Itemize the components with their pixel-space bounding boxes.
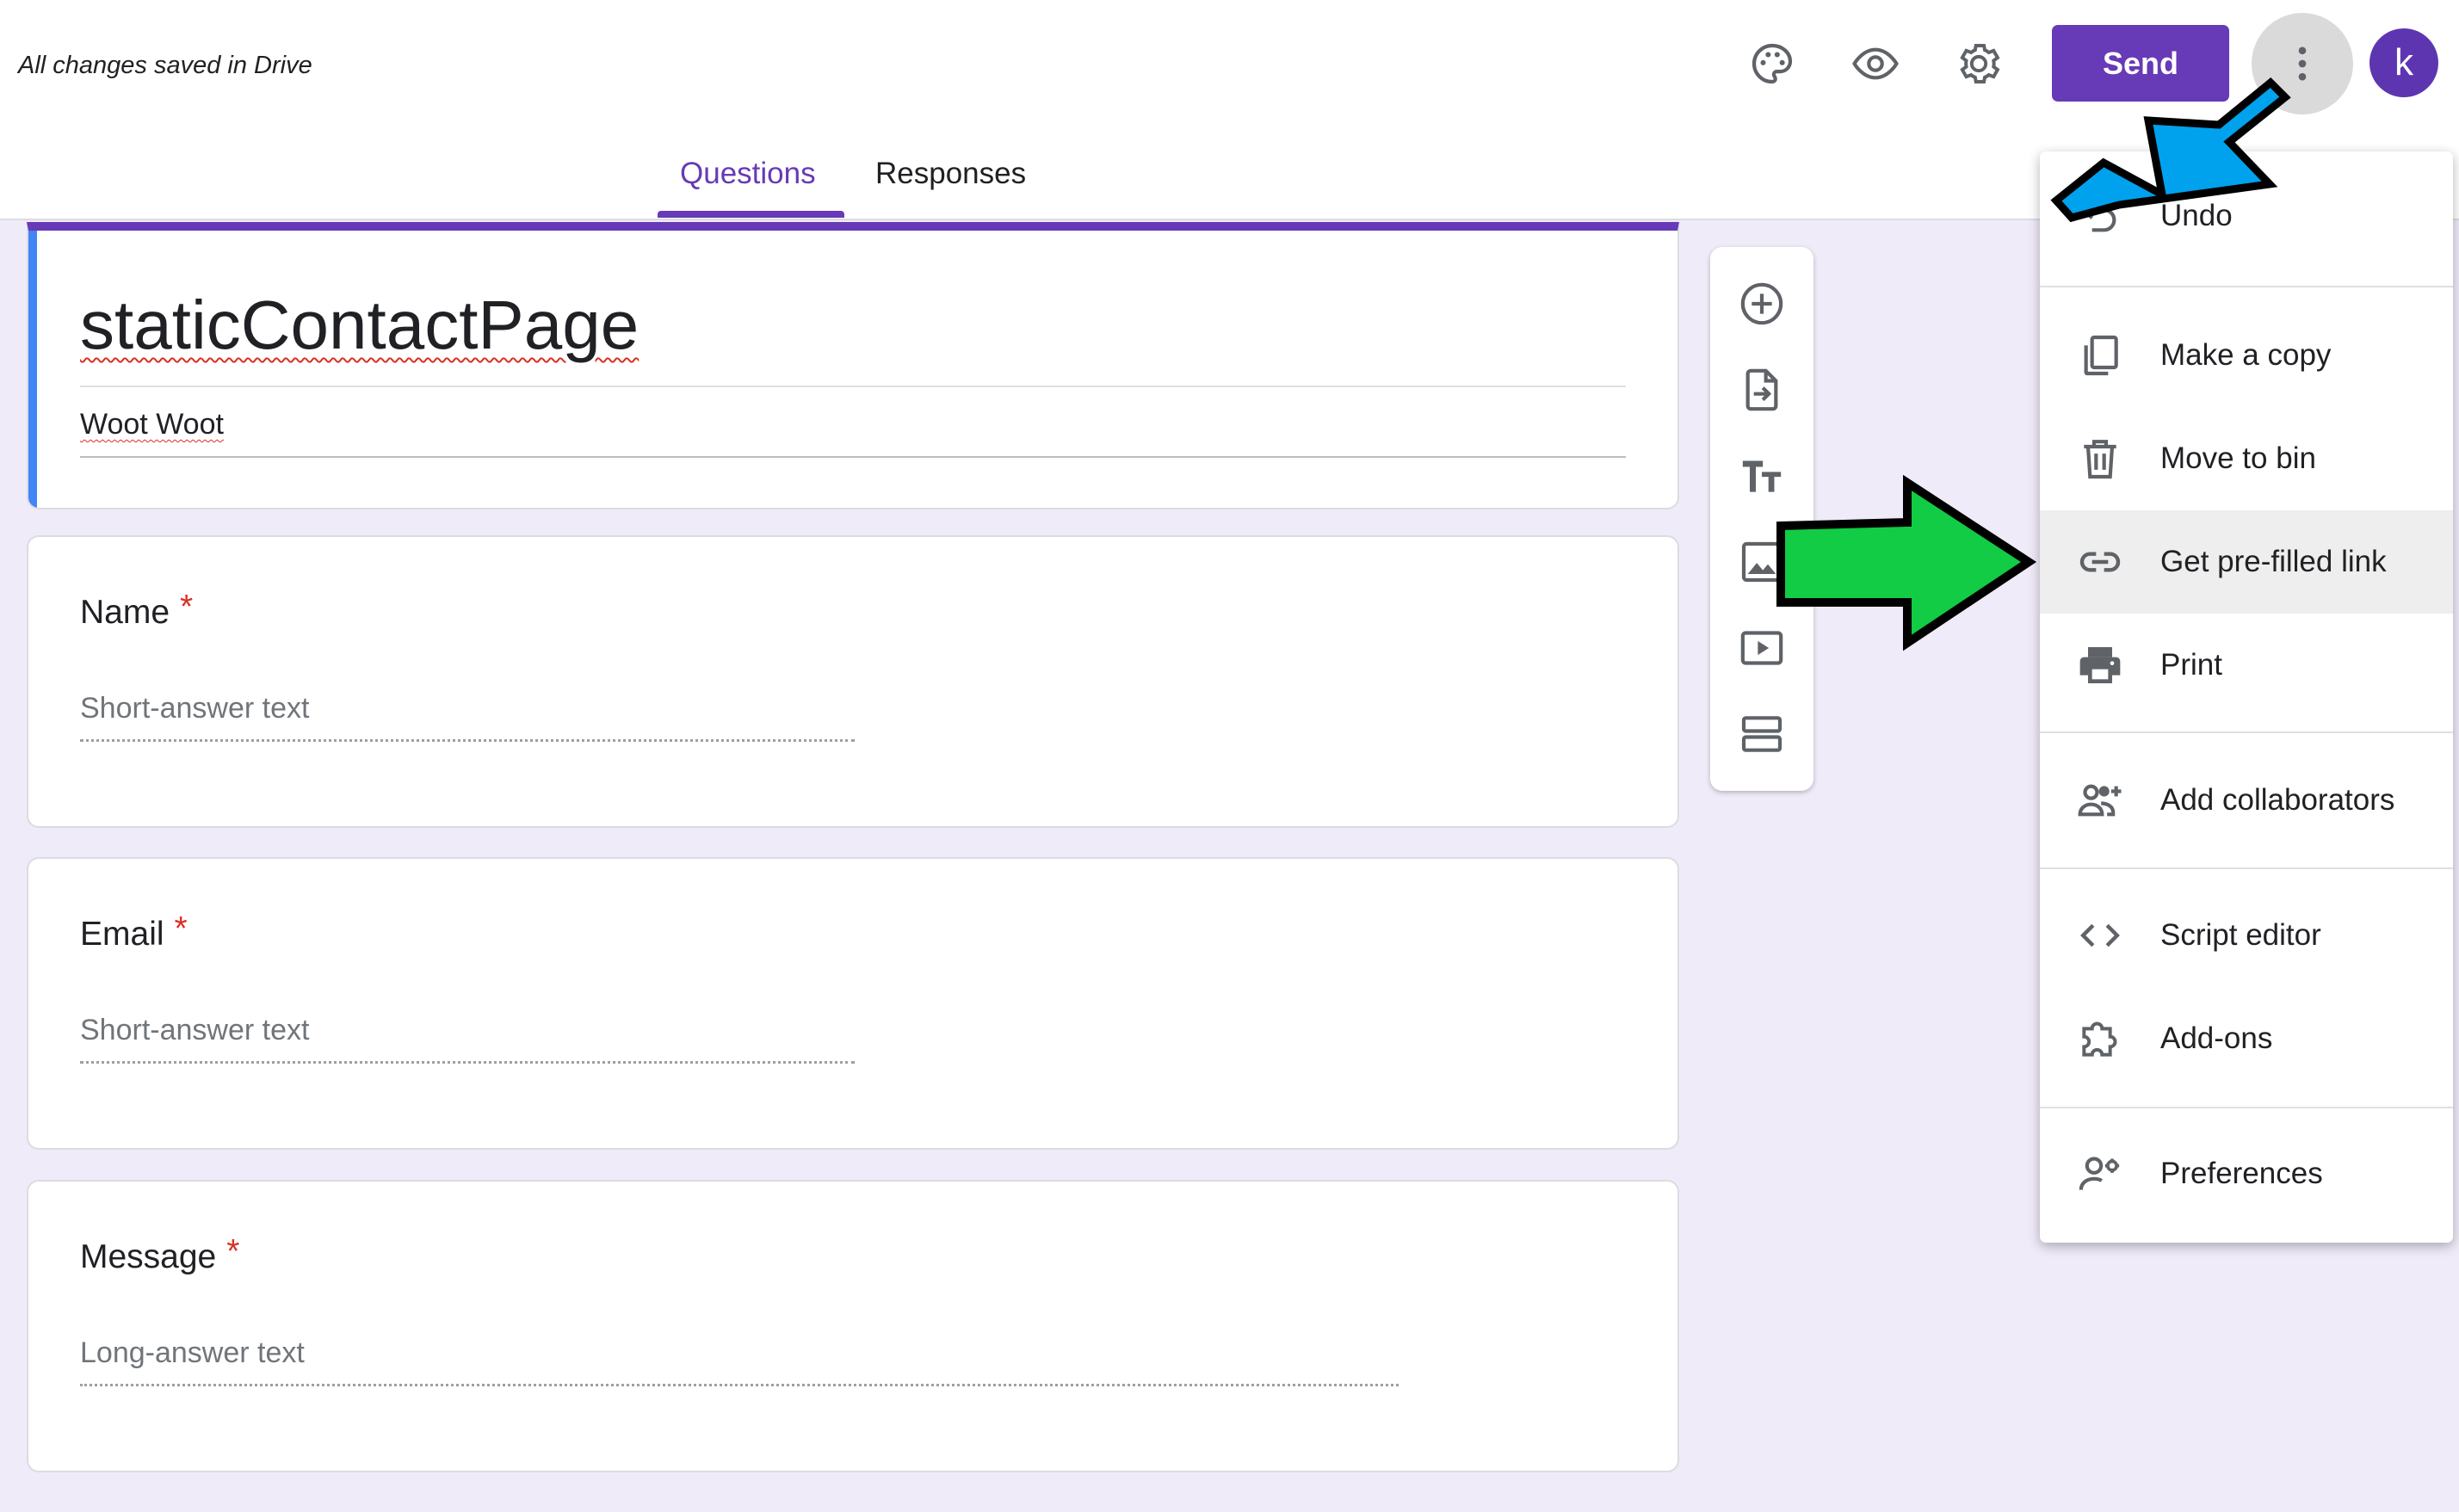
trash-icon — [2074, 433, 2126, 484]
menu-item-label: Get pre-filled link — [2160, 545, 2387, 578]
import-questions-icon[interactable] — [1734, 362, 1789, 417]
link-icon — [2074, 536, 2126, 588]
menu-item-label: Add collaborators — [2160, 783, 2395, 817]
menu-divider — [2040, 1107, 2453, 1108]
question-title: Email * — [80, 910, 188, 953]
preview-eye-icon[interactable] — [1844, 33, 1906, 95]
answer-placeholder: Short-answer text — [80, 1014, 310, 1046]
menu-item-print[interactable]: Print — [2040, 614, 2453, 717]
copy-icon — [2074, 330, 2126, 381]
active-tab-indicator — [658, 211, 844, 218]
menu-item-preferences[interactable]: Preferences — [2040, 1122, 2453, 1225]
selected-card-accent — [28, 231, 37, 508]
tab-questions[interactable]: Questions — [680, 157, 816, 191]
menu-divider — [2040, 286, 2453, 287]
form-title-card: staticContactPage Woot Woot — [27, 222, 1679, 509]
green-annotation-arrow — [1776, 474, 2037, 651]
settings-gear-icon[interactable] — [1948, 33, 2010, 95]
puzzle-icon — [2074, 1013, 2126, 1065]
answer-placeholder: Long-answer text — [80, 1336, 305, 1369]
account-avatar[interactable]: k — [2369, 28, 2438, 97]
answer-underline — [80, 739, 855, 742]
question-card-email[interactable]: Email * Short-answer text — [27, 857, 1679, 1150]
question-label: Message — [80, 1238, 217, 1275]
required-asterisk: * — [226, 1233, 240, 1270]
menu-item-label: Add-ons — [2160, 1021, 2273, 1055]
save-status: All changes saved in Drive — [18, 52, 312, 79]
add-image-icon[interactable] — [1734, 534, 1789, 589]
menu-divider — [2040, 867, 2453, 869]
menu-item-script-editor[interactable]: Script editor — [2040, 884, 2453, 987]
more-options-button[interactable] — [2252, 13, 2353, 114]
preferences-icon — [2074, 1148, 2126, 1200]
menu-item-label: Move to bin — [2160, 441, 2316, 475]
question-title: Message * — [80, 1233, 239, 1276]
menu-divider — [2040, 731, 2453, 733]
required-asterisk: * — [180, 589, 194, 626]
answer-underline — [80, 1061, 855, 1064]
question-label: Name — [80, 594, 170, 631]
menu-item-move-to-bin[interactable]: Move to bin — [2040, 407, 2453, 510]
add-video-icon[interactable] — [1734, 620, 1789, 676]
print-icon — [2074, 639, 2126, 691]
menu-item-label: Make a copy — [2160, 338, 2332, 372]
answer-underline — [80, 1384, 1399, 1386]
palette-icon[interactable] — [1741, 33, 1803, 95]
menu-item-label: Print — [2160, 648, 2222, 682]
menu-item-label: Preferences — [2160, 1157, 2323, 1190]
menu-item-undo[interactable]: Undo — [2040, 164, 2453, 268]
question-title: Name * — [80, 589, 193, 632]
question-card-name[interactable]: Name * Short-answer text — [27, 535, 1679, 828]
code-icon — [2074, 910, 2126, 961]
menu-item-add-collaborators[interactable]: Add collaborators — [2040, 749, 2453, 852]
menu-item-add-ons[interactable]: Add-ons — [2040, 987, 2453, 1090]
undo-icon — [2074, 190, 2126, 242]
add-people-icon — [2074, 775, 2126, 826]
required-asterisk: * — [174, 910, 188, 947]
description-divider — [80, 456, 1626, 458]
answer-placeholder: Short-answer text — [80, 692, 310, 725]
menu-item-label: Script editor — [2160, 918, 2321, 952]
form-title[interactable]: staticContactPage — [80, 286, 639, 365]
question-label: Email — [80, 916, 164, 953]
tab-responses[interactable]: Responses — [875, 157, 1026, 191]
menu-item-get-prefilled-link[interactable]: Get pre-filled link — [2040, 510, 2453, 614]
question-card-message[interactable]: Message * Long-answer text — [27, 1180, 1679, 1472]
send-button[interactable]: Send — [2052, 25, 2229, 102]
add-question-icon[interactable] — [1734, 276, 1789, 331]
question-toolbar — [1710, 247, 1813, 791]
more-options-menu: Undo Make a copy Move to bin Get pre-fil… — [2040, 151, 2453, 1243]
add-title-icon[interactable] — [1734, 448, 1789, 503]
add-section-icon[interactable] — [1734, 707, 1789, 762]
menu-item-make-copy[interactable]: Make a copy — [2040, 304, 2453, 407]
menu-item-label: Undo — [2160, 199, 2233, 232]
more-vert-icon — [2298, 46, 2307, 81]
title-divider — [80, 386, 1626, 387]
form-description[interactable]: Woot Woot — [80, 408, 224, 441]
